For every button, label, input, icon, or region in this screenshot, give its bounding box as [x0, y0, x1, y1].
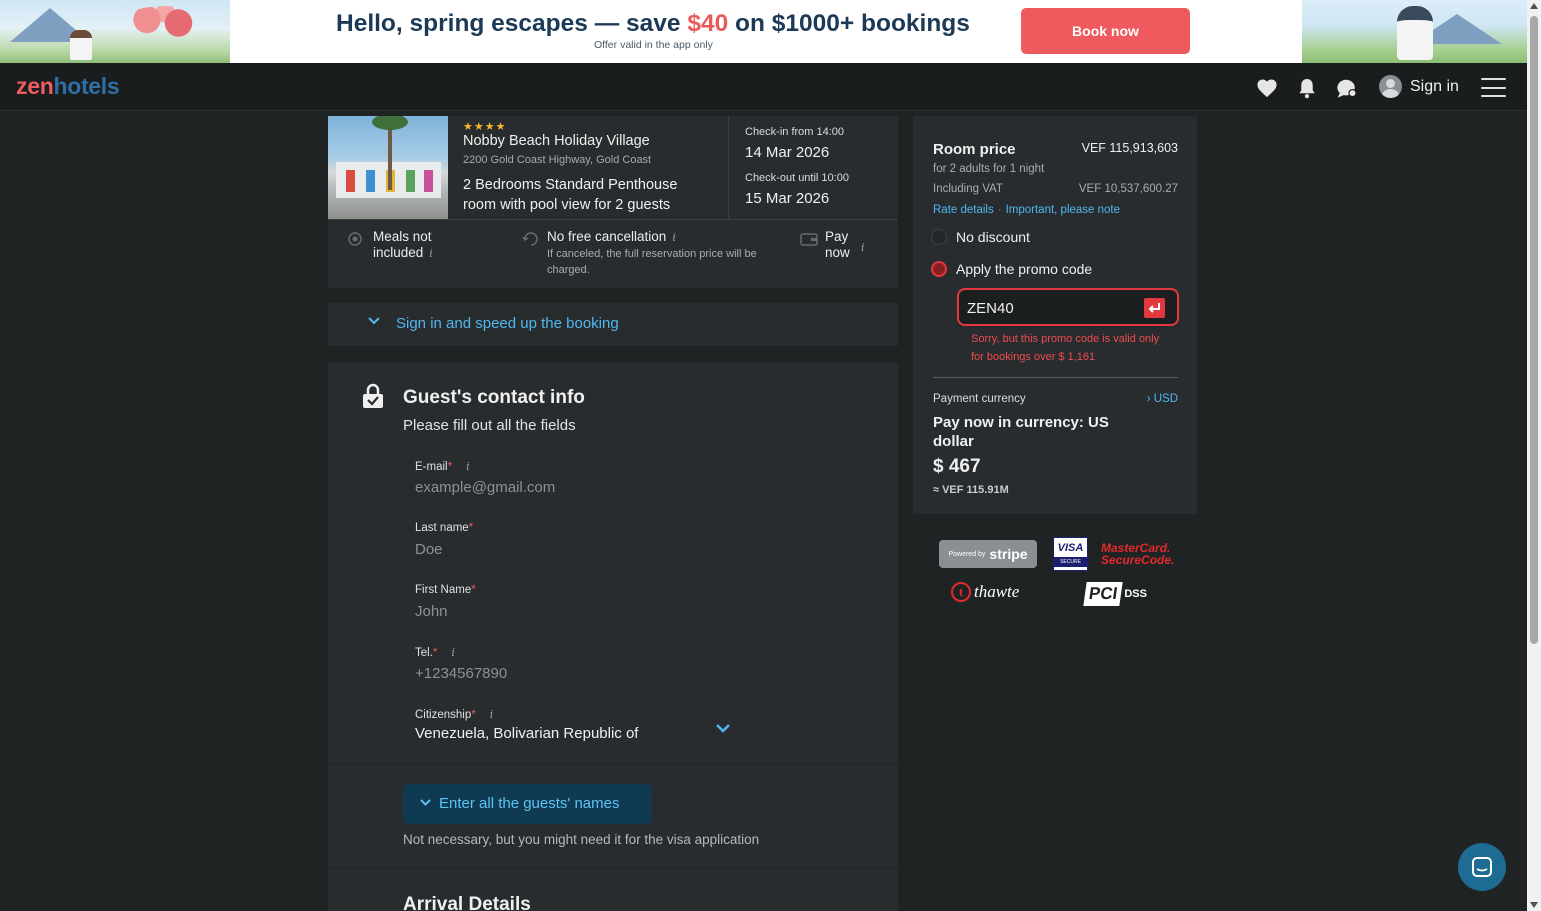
chat-bubble-icon: [1472, 857, 1492, 877]
contact-title: Guest's contact info: [403, 387, 585, 408]
banner-headline: Hello, spring escapes — save $40 on $100…: [336, 10, 970, 37]
rate-details-link[interactable]: Rate details: [933, 204, 994, 216]
no-discount-radio[interactable]: [931, 229, 947, 245]
enter-guests-names-label: Enter all the guests' names: [439, 795, 620, 812]
wallet-icon: [800, 233, 818, 246]
banner-subtext: Offer valid in the app only: [594, 39, 713, 51]
book-now-button[interactable]: Book now: [1021, 8, 1190, 54]
promo-submit-button[interactable]: [1144, 298, 1165, 318]
no-discount-label: No discount: [956, 229, 1030, 245]
pay-amount: $ 467: [933, 456, 981, 477]
room-price-panel: Room price VEF 115,913,603 for 2 adults …: [913, 116, 1197, 514]
meals-icon: [348, 232, 362, 246]
guest-contact-form: Guest's contact info Please fill out all…: [328, 363, 898, 911]
apply-promo-radio[interactable]: [931, 261, 947, 277]
hotel-address: 2200 Gold Coast Highway, Gold Coast: [463, 154, 652, 166]
hotel-photo[interactable]: [328, 116, 448, 219]
sign-in-button[interactable]: Sign in: [1379, 75, 1459, 98]
zenhotels-logo[interactable]: zenhotels: [16, 73, 120, 100]
support-chat-button[interactable]: [1458, 843, 1506, 891]
contact-subtitle: Please fill out all the fields: [403, 417, 576, 434]
checkout-date: 15 Mar 2026: [745, 190, 830, 207]
pay-now-currency: Pay now in currency: US dollar: [933, 414, 1109, 450]
promo-code-box: [957, 288, 1179, 326]
enter-icon: [1148, 303, 1160, 313]
meals-feature: Meals not included i: [373, 229, 433, 262]
checkin-label: Check-in from 14:00: [745, 126, 845, 138]
top-navigation: zenhotels Sign in: [0, 63, 1527, 111]
apply-promo-label: Apply the promo code: [956, 261, 1093, 277]
thawte-badge: t thawte: [951, 582, 1019, 602]
pci-dss-badge: PCI DSS: [1083, 582, 1147, 606]
apply-promo-option[interactable]: Apply the promo code: [931, 261, 1092, 277]
chat-icon[interactable]: [1336, 77, 1358, 99]
cancellation-feature: No free cancellation i If canceled, the f…: [547, 229, 787, 278]
sign-in-speedup-label: Sign in and speed up the booking: [396, 315, 619, 332]
sign-in-speedup-toggle[interactable]: Sign in and speed up the booking: [328, 303, 898, 346]
chevron-down-icon: [420, 799, 431, 806]
pay-approx-amount: ≈ VEF 115.91M: [933, 484, 1009, 496]
banner-illustration-right: [1302, 0, 1527, 63]
meals-info-icon[interactable]: i: [429, 246, 433, 262]
hotel-summary-card: ★★★★ Nobby Beach Holiday Village 2200 Go…: [328, 116, 898, 288]
promo-banner[interactable]: Hello, spring escapes — save $40 on $100…: [0, 0, 1527, 63]
first-name-field[interactable]: [415, 600, 735, 622]
avatar: [1379, 75, 1402, 98]
sign-in-label: Sign in: [1410, 77, 1459, 95]
chevron-down-icon[interactable]: [715, 723, 731, 733]
citizenship-label: Citizenship* i: [415, 708, 494, 721]
email-info-icon[interactable]: i: [466, 460, 470, 473]
last-name-label: Last name*: [415, 522, 474, 534]
email-field[interactable]: [415, 476, 735, 498]
stay-dates: Check-in from 14:00 14 Mar 2026 Check-ou…: [728, 116, 898, 219]
payment-feature: Pay now i: [825, 229, 865, 260]
page-scrollbar[interactable]: [1527, 0, 1541, 911]
visa-secure-badge: VISA SECURE: [1053, 537, 1088, 571]
tel-field[interactable]: [415, 662, 735, 684]
promo-error-message: Sorry, but this promo code is valid only…: [971, 333, 1160, 363]
rate-links: Rate details · Important, please note: [933, 204, 1121, 216]
cancellation-icon: [522, 232, 538, 246]
stripe-badge: Powered by stripe: [939, 540, 1037, 568]
tel-label: Tel.* i: [415, 646, 455, 659]
email-label: E-mail* i: [415, 460, 470, 473]
vat-value: VEF 10,537,600.27: [1078, 183, 1178, 195]
citizenship-select[interactable]: Venezuela, Bolivarian Republic of: [415, 725, 638, 742]
important-note-link[interactable]: Important, please note: [1006, 204, 1120, 216]
chevron-down-icon: [368, 317, 380, 325]
bell-icon[interactable]: [1296, 77, 1318, 99]
room-price-title: Room price: [933, 141, 1016, 158]
cancellation-info-icon[interactable]: i: [672, 230, 676, 246]
banner-illustration-left: [0, 0, 230, 63]
hotel-name[interactable]: Nobby Beach Holiday Village: [463, 133, 650, 149]
room-price-total: VEF 115,913,603: [1081, 141, 1178, 155]
lock-icon: [363, 383, 383, 408]
guests-note: Not necessary, but you might need it for…: [403, 832, 760, 847]
payment-currency-label: Payment currency: [933, 393, 1026, 405]
vat-label: Including VAT: [933, 183, 1003, 195]
payment-info-icon[interactable]: i: [861, 241, 865, 254]
first-name-label: First Name*: [415, 584, 476, 596]
no-discount-option[interactable]: No discount: [931, 229, 1030, 245]
currency-switch-link[interactable]: › USD: [1147, 393, 1178, 405]
tel-info-icon[interactable]: i: [451, 646, 455, 659]
menu-icon[interactable]: [1481, 78, 1506, 97]
hotel-star-rating: ★★★★: [463, 120, 507, 133]
room-price-subtitle: for 2 adults for 1 night: [933, 163, 1045, 175]
enter-guests-names-button[interactable]: Enter all the guests' names: [403, 784, 652, 824]
cancellation-note: If canceled, the full reservation price …: [547, 248, 757, 276]
citizenship-info-icon[interactable]: i: [490, 708, 494, 721]
last-name-field[interactable]: [415, 538, 735, 560]
mastercard-securecode-badge: MasterCard. SecureCode.: [1101, 541, 1175, 567]
promo-code-input[interactable]: [967, 298, 1127, 318]
room-name: 2 Bedrooms Standard Penthouse room with …: [463, 177, 678, 213]
arrival-details-title: Arrival Details: [403, 894, 531, 911]
checkin-date: 14 Mar 2026: [745, 144, 830, 161]
heart-icon[interactable]: [1256, 77, 1278, 99]
scrollbar-thumb[interactable]: [1530, 16, 1538, 644]
checkout-label: Check-out until 10:00: [745, 172, 849, 184]
banner-discount-amount: $40: [687, 10, 729, 37]
